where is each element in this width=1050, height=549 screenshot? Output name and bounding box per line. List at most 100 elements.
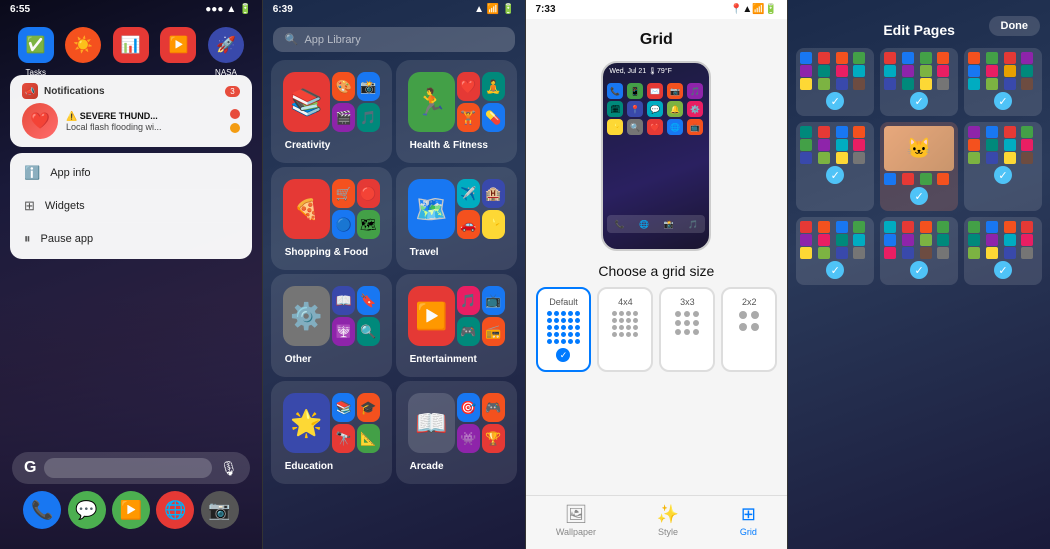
page-thumb-3[interactable]: ✓ [964, 48, 1042, 116]
page-icons-8 [884, 221, 954, 259]
status-icons-2: ▲ 📶 🔋 [474, 4, 514, 15]
app-icon-sun[interactable]: ☀️ [65, 27, 101, 63]
category-health[interactable]: 🏃 ❤️ 🧘 🏋️ 💊 Health & Fitness [396, 60, 517, 163]
cat-travel-label: Travel [402, 245, 511, 264]
status-icons-3: 📍▲📶🔋 [730, 4, 777, 15]
grid-option-2x2[interactable]: 2x2 [721, 287, 777, 372]
notif-title: Notifications [44, 86, 105, 97]
grid-2x2-dots [739, 311, 759, 331]
cat-shopping-label: Shopping & Food [277, 245, 386, 264]
cat-health-big: 🏃 [408, 72, 455, 132]
page-thumb-4[interactable]: ✓ [796, 122, 874, 211]
cat-health-label: Health & Fitness [402, 138, 511, 157]
tab-grid[interactable]: ⊞ Grid [740, 504, 757, 537]
grid-3x3-dots [675, 311, 699, 335]
grid-page-title: Grid [526, 19, 788, 57]
page-check-9[interactable]: ✓ [994, 261, 1012, 279]
notif-app-icon: 📣 [22, 83, 38, 99]
cat-creativity-label: Creativity [277, 138, 386, 157]
category-shopping[interactable]: 🍕 🛒 🔴 🔵 🗺 Shopping & Food [271, 167, 392, 270]
done-button[interactable]: Done [989, 16, 1041, 36]
page-thumb-9[interactable]: ✓ [964, 217, 1042, 285]
fit-app-icon: ❤️ [22, 103, 58, 139]
dock-messages[interactable]: 💬 [68, 491, 106, 529]
cat-shopping-small: 🛒 🔴 🔵 🗺 [332, 179, 379, 239]
category-education[interactable]: 🌟 📚 🎓 🔭 📐 Education [271, 381, 392, 484]
tab-style-label: Style [658, 527, 678, 537]
tab-style[interactable]: ✨ Style [657, 504, 679, 537]
bottom-tabs: 🖼 Wallpaper ✨ Style ⊞ Grid [526, 495, 788, 549]
tab-wallpaper-label: Wallpaper [556, 527, 596, 537]
page-check-6[interactable]: ✓ [994, 166, 1012, 184]
page-icons-7 [800, 221, 870, 259]
page-thumb-7[interactable]: ✓ [796, 217, 874, 285]
status-bar-3: 7:33 📍▲📶🔋 [526, 0, 788, 19]
dock-camera[interactable]: 📷 [201, 491, 239, 529]
pages-grid: ✓ ✓ ✓ [788, 44, 1050, 289]
category-travel[interactable]: 🗺️ ✈️ 🏨 🚗 ⭐ Travel [396, 167, 517, 270]
notif-actions [230, 109, 240, 133]
grid-options: Default ✓ 4x4 [526, 287, 788, 372]
grid-option-default[interactable]: Default ✓ [536, 287, 592, 372]
page-icons-6 [968, 126, 1038, 164]
cat-creativity-small: 🎨 📸 🎬 🎵 [332, 72, 379, 132]
cat-creativity-layout: 📚 🎨 📸 🎬 🎵 [277, 66, 386, 138]
page-thumb-5[interactable]: 🐱 ✓ [880, 122, 958, 211]
cat-shopping-big: 🍕 [283, 179, 330, 239]
app-icon-tasks[interactable]: ✅ Tasks [18, 27, 54, 63]
notification-card[interactable]: 📣 Notifications 3 ❤️ ⚠️ SEVERE THUND... … [10, 75, 252, 147]
preview-status: Wed, Jul 21 🌡79°F [603, 63, 709, 79]
notif-header: 📣 Notifications 3 [22, 83, 240, 99]
default-check: ✓ [556, 348, 570, 362]
app-icon-chart[interactable]: 📊 [113, 27, 149, 63]
grid-2x2-label: 2x2 [742, 297, 757, 307]
cat-thumb: 🐱 [884, 126, 954, 171]
dock-play[interactable]: ▶️ [112, 491, 150, 529]
category-arcade[interactable]: 📖 🎯 🎮 👾 🏆 Arcade [396, 381, 517, 484]
phone-4-edit-pages: Done Edit Pages ✓ ✓ [788, 0, 1050, 549]
cat-entertainment-layout: ▶️ 🎵 📺 🎮 📻 [402, 280, 511, 352]
category-entertainment[interactable]: ▶️ 🎵 📺 🎮 📻 Entertainment [396, 274, 517, 377]
page-check-1[interactable]: ✓ [826, 92, 844, 110]
android-dock: 📞 💬 ▶️ 🌐 📷 [0, 491, 262, 529]
preview-dock: 📞 🌐 📸 🎵 [607, 215, 705, 233]
cat-travel-big: 🗺️ [408, 179, 455, 239]
grid-option-3x3[interactable]: 3x3 [659, 287, 715, 372]
page-thumb-1[interactable]: ✓ [796, 48, 874, 116]
category-other[interactable]: ⚙️ 📖 🔖 🕎 🔍 Other [271, 274, 392, 377]
ctx-app-info[interactable]: ℹ️ App info [10, 157, 252, 189]
page-icons-4 [800, 126, 870, 164]
page-check-4[interactable]: ✓ [826, 166, 844, 184]
cat-creativity-big: 📚 [283, 72, 330, 132]
page-check-7[interactable]: ✓ [826, 261, 844, 279]
cat-arcade-small: 🎯 🎮 👾 🏆 [457, 393, 504, 453]
app-icon-play[interactable]: ▶️ [160, 27, 196, 63]
page-icons-2 [884, 52, 954, 90]
app-library-categories: 📚 🎨 📸 🎬 🎵 Creativity 🏃 ❤️ 🧘 [263, 60, 525, 484]
grid-option-4x4[interactable]: 4x4 [597, 287, 653, 372]
page-thumb-6[interactable]: ✓ [964, 122, 1042, 211]
ctx-widgets[interactable]: ⊞ Widgets [10, 190, 252, 222]
app-library-search[interactable]: 🔍 App Library [273, 27, 515, 52]
phone-1-android: 6:55 ●●● ▲ 🔋 ✅ Tasks ☀️ 📊 ▶️ 🚀 NASA 📣 No… [0, 0, 263, 549]
search-bar-input[interactable] [44, 458, 212, 478]
notif-alert: ⚠️ SEVERE THUND... [66, 111, 158, 121]
page-check-3[interactable]: ✓ [994, 92, 1012, 110]
time-2: 6:39 [273, 4, 293, 15]
ctx-pause[interactable]: ⏸ Pause app [10, 223, 252, 255]
page-check-2[interactable]: ✓ [910, 92, 928, 110]
page-thumb-2[interactable]: ✓ [880, 48, 958, 116]
page-thumb-8[interactable]: ✓ [880, 217, 958, 285]
page-check-5[interactable]: ✓ [910, 187, 928, 205]
app-icon-nasa[interactable]: 🚀 NASA [208, 27, 244, 63]
tab-wallpaper[interactable]: 🖼 Wallpaper [556, 504, 596, 537]
category-creativity[interactable]: 📚 🎨 📸 🎬 🎵 Creativity [271, 60, 392, 163]
preview-icons: 📞 📱 ✉️ 📷 🎵 🗓 📍 💬 🔔 ⚙️ ⭐ 🔍 ❤️ 🌐 📺 [603, 79, 709, 139]
cat-entertainment-label: Entertainment [402, 352, 511, 371]
dock-phone[interactable]: 📞 [23, 491, 61, 529]
dock-chrome[interactable]: 🌐 [156, 491, 194, 529]
search-icon: 🔍 [285, 33, 299, 46]
grid-4x4-label: 4x4 [618, 297, 633, 307]
android-search-bar[interactable]: G 🎙 [12, 452, 250, 484]
page-check-8[interactable]: ✓ [910, 261, 928, 279]
